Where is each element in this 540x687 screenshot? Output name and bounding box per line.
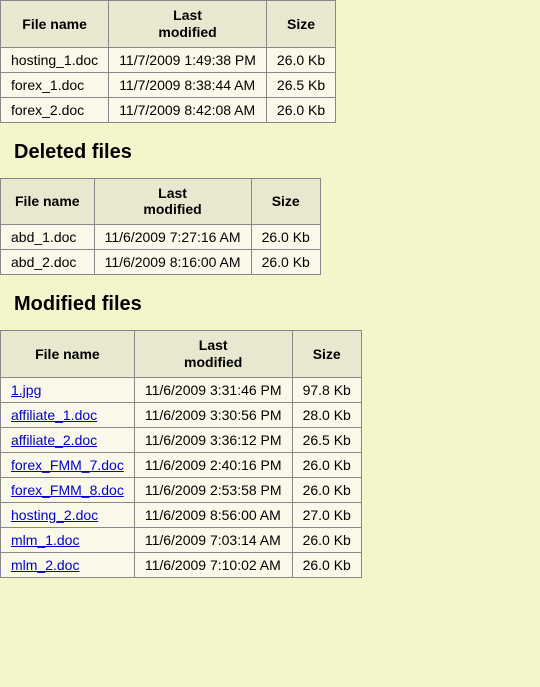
table-header-row: File name Lastmodified Size	[1, 331, 362, 378]
cell-filename[interactable]: hosting_2.doc	[1, 502, 135, 527]
cell-last-modified: 11/6/2009 3:31:46 PM	[134, 377, 292, 402]
file-link[interactable]: affiliate_2.doc	[11, 432, 97, 448]
files-table-new: File name Lastmodified Size hosting_1.do…	[0, 0, 336, 123]
cell-filename: abd_2.doc	[1, 250, 95, 275]
col-size: Size	[251, 178, 320, 225]
col-filename: File name	[1, 178, 95, 225]
table-row: mlm_1.doc 11/6/2009 7:03:14 AM26.0 Kb	[1, 527, 362, 552]
cell-filename[interactable]: mlm_2.doc	[1, 552, 135, 577]
col-last-modified: Lastmodified	[94, 178, 251, 225]
table-row: abd_2.doc11/6/2009 8:16:00 AM26.0 Kb	[1, 250, 321, 275]
table-row: forex_1.doc11/7/2009 8:38:44 AM26.5 Kb	[1, 72, 336, 97]
cell-last-modified: 11/7/2009 1:49:38 PM	[109, 47, 267, 72]
table-row: 1.jpg 11/6/2009 3:31:46 PM97.8 Kb	[1, 377, 362, 402]
file-link[interactable]: forex_FMM_7.doc	[11, 457, 124, 473]
cell-filename[interactable]: affiliate_1.doc	[1, 402, 135, 427]
cell-size: 26.0 Kb	[292, 552, 361, 577]
col-filename: File name	[1, 331, 135, 378]
cell-last-modified: 11/6/2009 3:30:56 PM	[134, 402, 292, 427]
cell-last-modified: 11/6/2009 8:56:00 AM	[134, 502, 292, 527]
file-link[interactable]: affiliate_1.doc	[11, 407, 97, 423]
table-header-row: File name Lastmodified Size	[1, 1, 336, 48]
cell-last-modified: 11/6/2009 7:10:02 AM	[134, 552, 292, 577]
cell-last-modified: 11/6/2009 2:40:16 PM	[134, 452, 292, 477]
file-link[interactable]: mlm_2.doc	[11, 557, 79, 573]
cell-last-modified: 11/7/2009 8:38:44 AM	[109, 72, 267, 97]
table-row: hosting_2.doc 11/6/2009 8:56:00 AM27.0 Kb	[1, 502, 362, 527]
cell-filename[interactable]: affiliate_2.doc	[1, 427, 135, 452]
cell-filename[interactable]: mlm_1.doc	[1, 527, 135, 552]
table-header-row: File name Lastmodified Size	[1, 178, 321, 225]
file-link[interactable]: forex_FMM_8.doc	[11, 482, 124, 498]
cell-last-modified: 11/6/2009 8:16:00 AM	[94, 250, 251, 275]
cell-filename: abd_1.doc	[1, 225, 95, 250]
cell-filename: forex_1.doc	[1, 72, 109, 97]
deleted-files-heading: Deleted files	[0, 123, 540, 178]
col-size: Size	[266, 1, 335, 48]
table-row: abd_1.doc11/6/2009 7:27:16 AM26.0 Kb	[1, 225, 321, 250]
cell-last-modified: 11/6/2009 7:27:16 AM	[94, 225, 251, 250]
cell-last-modified: 11/7/2009 8:42:08 AM	[109, 97, 267, 122]
cell-size: 26.5 Kb	[266, 72, 335, 97]
cell-size: 26.0 Kb	[292, 477, 361, 502]
files-table-deleted: File name Lastmodified Size abd_1.doc11/…	[0, 178, 321, 276]
cell-size: 26.0 Kb	[266, 47, 335, 72]
cell-last-modified: 11/6/2009 7:03:14 AM	[134, 527, 292, 552]
table-row: forex_FMM_7.doc 11/6/2009 2:40:16 PM26.0 …	[1, 452, 362, 477]
table-row: mlm_2.doc 11/6/2009 7:10:02 AM26.0 Kb	[1, 552, 362, 577]
cell-last-modified: 11/6/2009 3:36:12 PM	[134, 427, 292, 452]
col-last-modified: Lastmodified	[134, 331, 292, 378]
table-row: affiliate_1.doc 11/6/2009 3:30:56 PM28.0 …	[1, 402, 362, 427]
table-row: forex_FMM_8.doc 11/6/2009 2:53:58 PM26.0 …	[1, 477, 362, 502]
file-link[interactable]: mlm_1.doc	[11, 532, 79, 548]
table-row: forex_2.doc11/7/2009 8:42:08 AM26.0 Kb	[1, 97, 336, 122]
cell-size: 28.0 Kb	[292, 402, 361, 427]
table-row: hosting_1.doc11/7/2009 1:49:38 PM26.0 Kb	[1, 47, 336, 72]
col-filename: File name	[1, 1, 109, 48]
modified-files-heading: Modified files	[0, 275, 540, 330]
cell-size: 27.0 Kb	[292, 502, 361, 527]
col-size: Size	[292, 331, 361, 378]
cell-size: 26.0 Kb	[251, 225, 320, 250]
cell-size: 26.0 Kb	[292, 452, 361, 477]
cell-size: 26.0 Kb	[292, 527, 361, 552]
cell-filename[interactable]: forex_FMM_7.doc	[1, 452, 135, 477]
files-table-modified: File name Lastmodified Size 1.jpg 11/6/20…	[0, 330, 362, 578]
col-last-modified: Lastmodified	[109, 1, 267, 48]
cell-size: 97.8 Kb	[292, 377, 361, 402]
cell-filename: forex_2.doc	[1, 97, 109, 122]
cell-size: 26.0 Kb	[251, 250, 320, 275]
cell-filename[interactable]: forex_FMM_8.doc	[1, 477, 135, 502]
file-link[interactable]: 1.jpg	[11, 382, 41, 398]
cell-filename[interactable]: 1.jpg	[1, 377, 135, 402]
cell-filename: hosting_1.doc	[1, 47, 109, 72]
table-row: affiliate_2.doc 11/6/2009 3:36:12 PM26.5 …	[1, 427, 362, 452]
cell-size: 26.0 Kb	[266, 97, 335, 122]
cell-last-modified: 11/6/2009 2:53:58 PM	[134, 477, 292, 502]
file-link[interactable]: hosting_2.doc	[11, 507, 98, 523]
cell-size: 26.5 Kb	[292, 427, 361, 452]
